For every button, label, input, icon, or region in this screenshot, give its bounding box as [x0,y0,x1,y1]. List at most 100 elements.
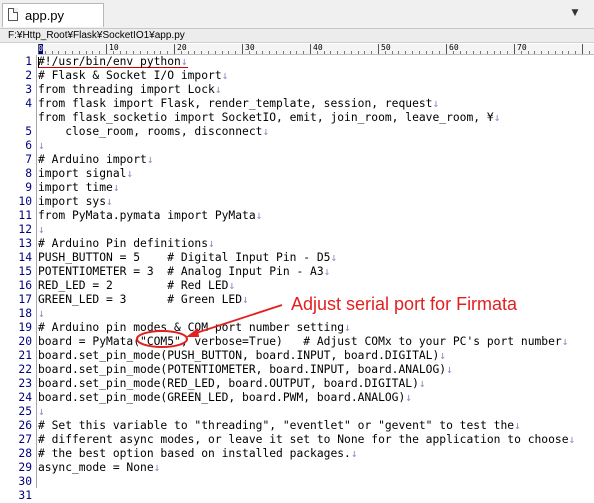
code-line[interactable]: ↓ [38,405,45,419]
ruler-tick [133,51,134,54]
line-number: 11 [18,209,32,222]
line-number: 18 [18,307,32,320]
code-line[interactable]: close_room, rooms, disconnect↓ [38,125,269,139]
file-tab-label: app.py [25,8,65,23]
line-break-mark: ↓ [228,279,236,292]
ruler-tick [86,51,87,54]
code-line[interactable]: # Flask & Socket I/O import↓ [38,69,228,83]
code-line[interactable]: import sys↓ [38,195,113,209]
code-line[interactable]: # Set this variable to "threading", "eve… [38,419,521,433]
ruler-tick [534,51,535,54]
code-line-text: import time [38,181,113,194]
code-line[interactable]: POTENTIOMETER = 3 # Analog Input Pin - A… [38,265,330,279]
line-number: 15 [18,265,32,278]
code-editor[interactable]: #!/usr/bin/env python↓ # Flask & Socket I… [38,55,594,488]
line-break-mark: ↓ [446,363,453,376]
line-number: 21 [18,349,32,362]
gutter-separator [36,55,37,488]
ruler-tick [228,51,229,54]
ruler-tick [167,51,168,54]
code-line[interactable]: RED_LED = 2 # Red LED↓ [38,279,235,293]
code-line[interactable]: from flask_socketio import SocketIO, emi… [38,111,501,125]
code-line[interactable]: GREEN_LED = 3 # Green LED↓ [38,293,249,307]
line-number: 8 [25,167,32,180]
code-line[interactable]: # different async modes, or leave it set… [38,433,575,447]
code-line-text: async_mode = None [38,461,154,474]
ruler-tick [426,51,427,54]
ruler-tick [303,51,304,54]
code-line[interactable]: board = PyMata("COM5", verbose=True) # A… [38,335,569,349]
code-line[interactable]: ↓ [38,139,45,153]
ruler-tick [283,51,284,54]
line-break-mark: ↓ [350,447,358,460]
code-line[interactable]: # the best option based on installed pac… [38,447,358,461]
ruler-tick [38,44,39,54]
code-line-text: from flask import Flask, render_template… [38,97,433,110]
line-break-mark: ↓ [561,335,569,348]
code-line[interactable]: board.set_pin_mode(POTENTIOMETER, board.… [38,363,453,377]
line-break-mark: ↓ [242,293,249,306]
line-number: 25 [18,405,32,418]
code-line[interactable]: import time↓ [38,181,120,195]
ruler-tick [269,51,270,54]
ruler-tick [154,51,155,54]
ruler-tick [208,51,209,54]
line-number: 16 [18,279,32,292]
code-line[interactable]: from threading import Lock↓ [38,83,222,97]
ruler-tick [147,51,148,54]
code-line[interactable]: board.set_pin_mode(GREEN_LED, board.PWM,… [38,391,412,405]
line-number: 29 [18,461,32,474]
ruler-tick [419,51,420,54]
code-line[interactable]: from flask import Flask, render_template… [38,97,439,111]
ruler-tick [568,51,569,54]
annotation-callout: Adjust serial port for Firmata [291,294,518,314]
code-line[interactable]: board.set_pin_mode(RED_LED, board.OUTPUT… [38,377,426,391]
ruler-mark-label: 40 [313,44,323,52]
code-line[interactable]: #!/usr/bin/env python↓ [38,55,188,68]
ruler-tick [174,44,175,54]
ruler-mark-label: 50 [381,44,391,52]
code-line-text: from PyMata.pymata import PyMata [38,209,256,222]
line-break-mark: ↓ [221,69,229,82]
ruler-tick [528,51,529,54]
line-number: 5 [25,125,32,138]
line-break-mark: ↓ [180,55,188,68]
code-line[interactable]: # Arduino import↓ [38,153,154,167]
code-line-text: board.set_pin_mode(GREEN_LED, board.PWM,… [38,391,406,404]
line-number: 28 [18,447,32,460]
line-number: 1 [25,55,32,68]
line-break-mark: ↓ [208,237,215,250]
code-line[interactable]: from PyMata.pymata import PyMata↓ [38,209,262,223]
code-line-text: # Arduino Pin definitions [38,237,209,250]
tab-bar: app.py ▼ [0,0,594,29]
line-break-mark: ↓ [262,125,270,138]
ruler-tick [555,51,556,54]
line-number: 30 [18,475,32,488]
line-break-mark: ↓ [38,139,45,152]
ruler-tick [412,51,413,54]
line-break-mark: ↓ [418,377,426,390]
line-number: 3 [25,83,32,96]
code-line[interactable]: ↓ [38,223,45,237]
code-line[interactable]: board.set_pin_mode(PUSH_BUTTON, board.IN… [38,349,446,363]
ruler-tick [201,51,202,54]
ruler-tick [106,44,107,54]
line-break-mark: ↓ [146,153,154,166]
ruler-tick [562,51,563,54]
line-break-mark: ↓ [38,307,45,320]
line-number: 17 [18,293,32,306]
code-line[interactable]: PUSH_BUTTON = 5 # Digital Input Pin - D5… [38,251,337,265]
ruler-tick [392,51,393,54]
code-line[interactable]: import signal↓ [38,167,133,181]
code-line-text: close_room, rooms, disconnect [38,125,263,138]
column-ruler: 0 10 20 30 40 50 60 70 [38,44,594,55]
code-line-text: from threading import Lock [38,83,215,96]
code-line-text: #!/usr/bin/env python [38,55,181,68]
chevron-down-icon[interactable]: ▼ [568,6,582,20]
code-line-text: import signal [38,167,127,180]
code-line[interactable]: # Arduino Pin definitions↓ [38,237,215,251]
file-tab[interactable]: app.py [2,3,104,27]
code-line[interactable]: async_mode = None↓ [38,461,160,475]
code-line[interactable]: # Arduino pin modes & COM port number se… [38,321,351,335]
code-line[interactable]: ↓ [38,307,45,321]
